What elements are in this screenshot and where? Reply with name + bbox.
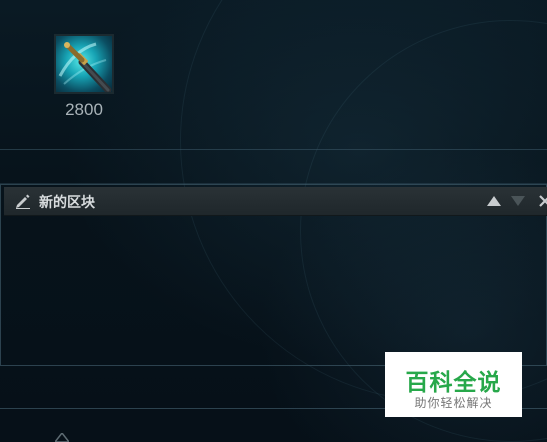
- item-panel: 2800: [0, 0, 547, 150]
- pencil-icon[interactable]: [14, 193, 32, 209]
- section-divider: [0, 150, 547, 184]
- close-icon[interactable]: [537, 193, 547, 209]
- watermark-slogan: 助你轻松解决: [414, 396, 493, 410]
- block-title: 新的区块: [39, 194, 95, 210]
- triangle-icon: [55, 433, 69, 442]
- watermark: 百科全说 助你轻松解决: [385, 352, 522, 417]
- block-header: 新的区块: [4, 187, 547, 216]
- new-block-panel: 新的区块: [0, 184, 547, 366]
- sword-item-icon: [58, 42, 112, 92]
- triangle-up-icon[interactable]: [486, 193, 502, 209]
- item-price: 2800: [65, 100, 103, 119]
- triangle-down-icon[interactable]: [510, 193, 526, 209]
- watermark-brand: 百科全说: [405, 369, 502, 395]
- page-root: 2800 新的区块 百科全说 助你轻松解决: [0, 0, 547, 442]
- item-slot[interactable]: [54, 34, 114, 94]
